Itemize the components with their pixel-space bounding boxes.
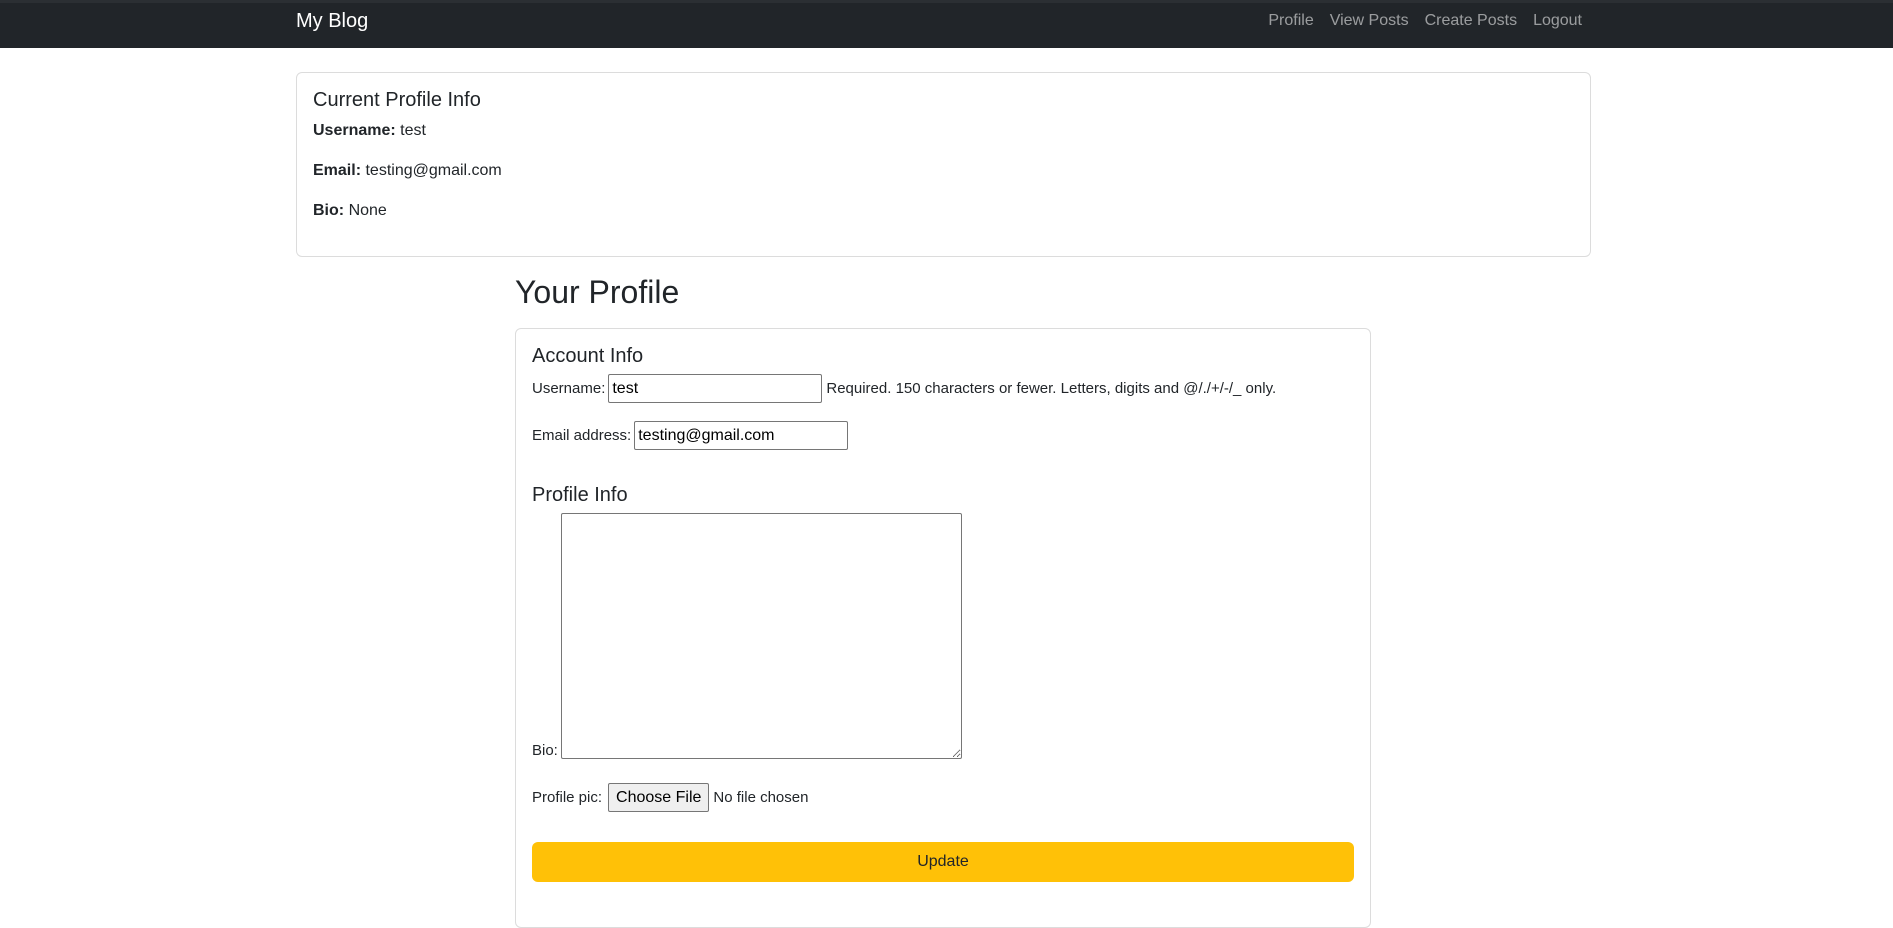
choose-file-button[interactable]: Choose File	[608, 783, 710, 812]
email-label: Email address:	[532, 427, 632, 444]
profile-info-heading: Profile Info	[532, 484, 628, 506]
profile-pic-label: Profile pic:	[532, 789, 603, 806]
username-row: Username: Required. 150 characters or fe…	[532, 374, 1354, 403]
file-status: No file chosen	[713, 789, 809, 806]
nav-create-posts[interactable]: Create Posts	[1425, 12, 1517, 30]
bio-row: Bio:	[532, 513, 1354, 759]
email-input[interactable]	[634, 421, 849, 450]
page-title: Your Profile	[515, 274, 680, 310]
current-bio: Bio: None	[313, 202, 387, 219]
current-email: Email: testing@gmail.com	[313, 162, 502, 179]
nav-profile[interactable]: Profile	[1268, 12, 1313, 30]
username-label: Username:	[532, 380, 606, 397]
username-input[interactable]	[608, 374, 823, 403]
update-button[interactable]: Update	[532, 842, 1354, 882]
username-help: Required. 150 characters or fewer. Lette…	[826, 380, 1277, 397]
current-profile-title: Current Profile Info	[313, 89, 481, 111]
nav-links: Profile View Posts Create Posts Logout	[1268, 12, 1582, 30]
email-row: Email address:	[532, 421, 1354, 450]
current-profile-card: Current Profile Info Username: test Emai…	[296, 72, 1591, 257]
bio-textarea[interactable]	[560, 513, 962, 759]
bio-label: Bio:	[532, 742, 558, 759]
current-username: Username: test	[313, 122, 426, 139]
profile-form: Account Info Username: Required. 150 cha…	[515, 328, 1371, 928]
profile-pic-row: Profile pic: Choose File No file chosen	[532, 783, 1354, 812]
navbar: My Blog Profile View Posts Create Posts …	[0, 0, 1893, 48]
brand-link[interactable]: My Blog	[296, 10, 368, 33]
nav-logout[interactable]: Logout	[1533, 12, 1582, 30]
nav-view-posts[interactable]: View Posts	[1330, 12, 1409, 30]
account-info-heading: Account Info	[532, 345, 644, 367]
